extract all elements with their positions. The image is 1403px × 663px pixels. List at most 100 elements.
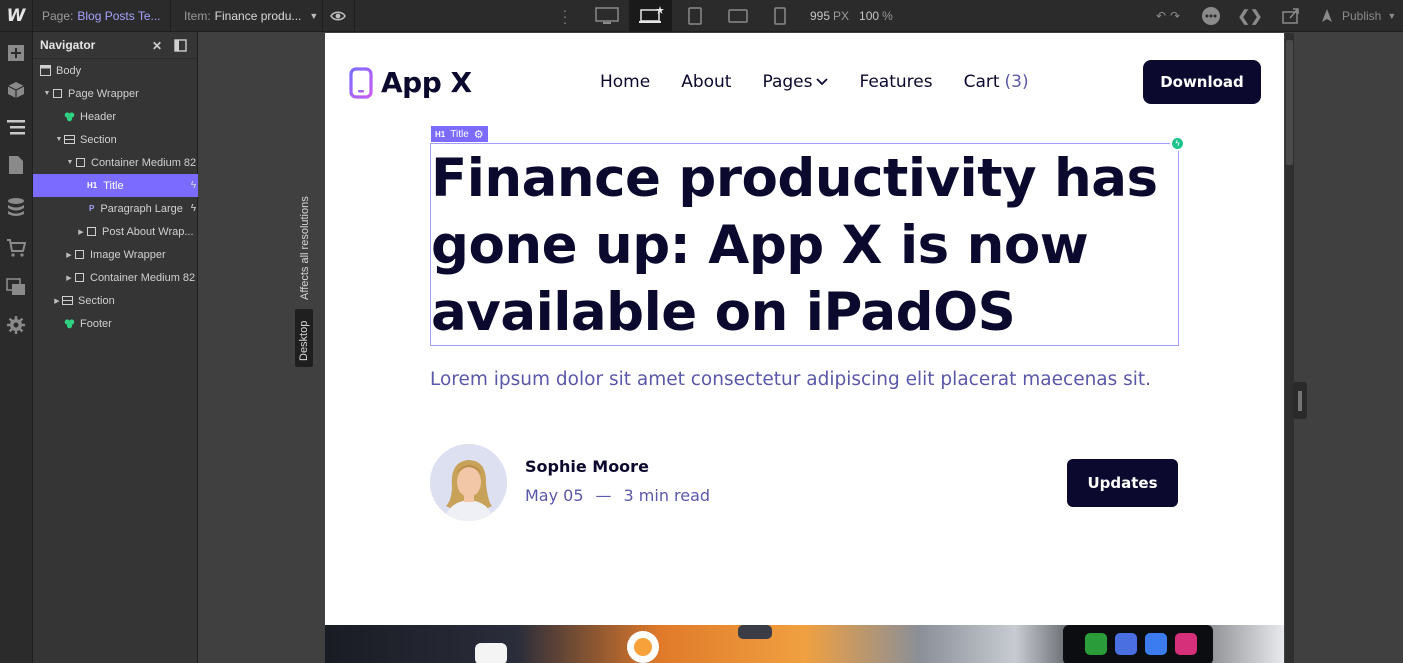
publish-button[interactable]: Publish ▼ (1318, 0, 1396, 32)
publish-label: Publish (1342, 9, 1382, 23)
tree-item-post-about-wrap[interactable]: ▶ Post About Wrap... (33, 220, 198, 243)
chevron-down-icon: ▼ (1387, 11, 1397, 21)
more-vertical-icon[interactable]: · · · (562, 3, 568, 29)
nav-cart-label: Cart (963, 72, 1000, 92)
tree-item-container-medium[interactable]: ▼ Container Medium 82 (33, 151, 198, 174)
symbols-icon[interactable] (6, 80, 26, 100)
collapse-all-icon[interactable]: ✕ (152, 39, 162, 53)
pages-icon[interactable] (6, 155, 26, 175)
symbol-icon (64, 319, 75, 329)
navigator-icon[interactable] (6, 117, 26, 137)
div-block-icon (53, 89, 62, 98)
chevron-down-icon: ▼ (309, 11, 319, 21)
tree-item-footer[interactable]: Footer (33, 312, 198, 335)
interaction-trigger-icon[interactable]: ϟ (1170, 136, 1185, 151)
selection-label[interactable]: H1 Title ⚙ (431, 126, 488, 142)
code-export-icon[interactable]: ❮❯ (1237, 0, 1262, 32)
author-avatar (430, 444, 507, 521)
canvas-size-readout[interactable]: 995 PX 100% (810, 0, 893, 32)
nav-link-cart[interactable]: Cart (3) (964, 72, 1029, 92)
download-button[interactable]: Download (1143, 60, 1261, 104)
page-label: Page: (42, 9, 74, 23)
container-icon (76, 158, 85, 167)
post-date: May 05 (525, 486, 584, 505)
breakpoint-tablet-button[interactable] (682, 0, 708, 32)
site-logo[interactable]: App X (349, 66, 472, 99)
selection-tag-type: H1 (435, 129, 446, 139)
large-desktop-icon (595, 7, 619, 24)
breakpoint-large-desktop-button[interactable] (587, 0, 627, 32)
post-title[interactable]: Finance productivity has gone up: App X … (431, 145, 1171, 346)
caret-right-icon[interactable]: ▶ (52, 297, 62, 305)
caret-down-icon[interactable]: ▼ (54, 136, 64, 143)
affects-all-resolutions-label: Affects all resolutions (299, 196, 311, 300)
desktop-star-icon (638, 6, 664, 23)
item-label: Item: (184, 9, 211, 23)
page-value: Blog Posts Te... (77, 9, 161, 23)
breakpoint-mobile-portrait-button[interactable] (770, 0, 790, 32)
tree-item-container-medium-2[interactable]: ▶ Container Medium 82 (33, 266, 198, 289)
canvas-resize-handle[interactable] (1293, 382, 1307, 419)
canvas-scrollbar-thumb[interactable] (1286, 40, 1293, 165)
nav-link-features[interactable]: Features (859, 72, 932, 92)
undo-icon[interactable]: ↶ (1156, 9, 1166, 23)
webflow-logo-icon[interactable]: W (0, 0, 33, 32)
section-icon (62, 296, 73, 305)
caret-down-icon[interactable]: ▼ (42, 90, 52, 97)
breakpoint-mobile-landscape-button[interactable] (724, 0, 752, 32)
updates-button[interactable]: Updates (1067, 459, 1178, 507)
tree-item-title[interactable]: H1 Title ϟ (33, 174, 198, 197)
breakpoint-desktop-button[interactable] (629, 0, 672, 32)
item-selector[interactable]: Item: Finance produ... ▼ (184, 0, 318, 32)
cms-icon[interactable] (6, 197, 26, 217)
caret-right-icon[interactable]: ▶ (76, 228, 86, 236)
canvas-zoom: 100% (859, 9, 893, 23)
tree-item-label: Container Medium 82 (91, 156, 197, 169)
author-name[interactable]: Sophie Moore (525, 457, 649, 476)
preview-eye-icon[interactable] (330, 8, 346, 24)
tree-item-header[interactable]: Header (33, 105, 198, 128)
caret-right-icon[interactable]: ▶ (64, 274, 74, 282)
collaborators-icon[interactable] (1200, 0, 1222, 32)
undo-redo[interactable]: ↶ ↷ (1148, 0, 1188, 32)
tree-item-label: Title (103, 179, 124, 192)
add-panel-icon[interactable] (6, 43, 26, 63)
tree-item-label: Header (80, 110, 117, 123)
drag-handle-icon (1298, 390, 1302, 411)
page-selector[interactable]: Page: Blog Posts Te... (42, 0, 161, 32)
navigator-title: Navigator (40, 38, 96, 52)
tree-item-section-2[interactable]: ▶ Section (33, 289, 198, 312)
post-hero-image (325, 625, 1284, 663)
chevron-down-icon (816, 78, 829, 86)
tree-item-label: Section (78, 294, 115, 307)
caret-right-icon[interactable]: ▶ (64, 251, 74, 259)
redo-icon[interactable]: ↷ (1170, 9, 1180, 23)
tree-item-image-wrapper[interactable]: ▶ Image Wrapper (33, 243, 198, 266)
share-icon[interactable] (1280, 0, 1302, 32)
tree-item-label: Footer (80, 317, 112, 330)
navigator-header: Navigator ✕ (33, 32, 197, 59)
design-canvas[interactable]: App X Home About Pages Features Cart (3)… (325, 33, 1284, 663)
selection-settings-gear-icon[interactable]: ⚙ (474, 128, 484, 141)
paragraph-tag: P (89, 204, 95, 213)
nav-dropdown-pages[interactable]: Pages (762, 72, 829, 92)
dock-panel-icon[interactable] (174, 39, 187, 52)
tree-item-label: Post About Wrap... (102, 225, 194, 238)
heading-tag: H1 (87, 181, 98, 190)
settings-gear-icon[interactable] (6, 315, 26, 335)
item-value: Finance produ... (214, 9, 302, 23)
selection-tag-label: Title (450, 128, 469, 140)
container-icon (75, 273, 84, 282)
tree-item-section[interactable]: ▼ Section (33, 128, 198, 151)
caret-down-icon[interactable]: ▼ (65, 159, 75, 166)
tree-item-page-wrapper[interactable]: ▼ Page Wrapper (33, 82, 198, 105)
assets-icon[interactable] (6, 277, 26, 297)
tree-item-paragraph-large[interactable]: P Paragraph Large ϟ (33, 197, 198, 220)
nav-link-about[interactable]: About (681, 72, 731, 92)
post-lead-paragraph[interactable]: Lorem ipsum dolor sit amet consectetur a… (430, 369, 1151, 390)
top-toolbar: W Page: Blog Posts Te... Item: Finance p… (0, 0, 1403, 32)
meta-separator: — (595, 486, 612, 505)
ecommerce-cart-icon[interactable] (6, 238, 26, 258)
tree-item-body[interactable]: Body (33, 59, 198, 82)
nav-link-home[interactable]: Home (600, 72, 650, 92)
